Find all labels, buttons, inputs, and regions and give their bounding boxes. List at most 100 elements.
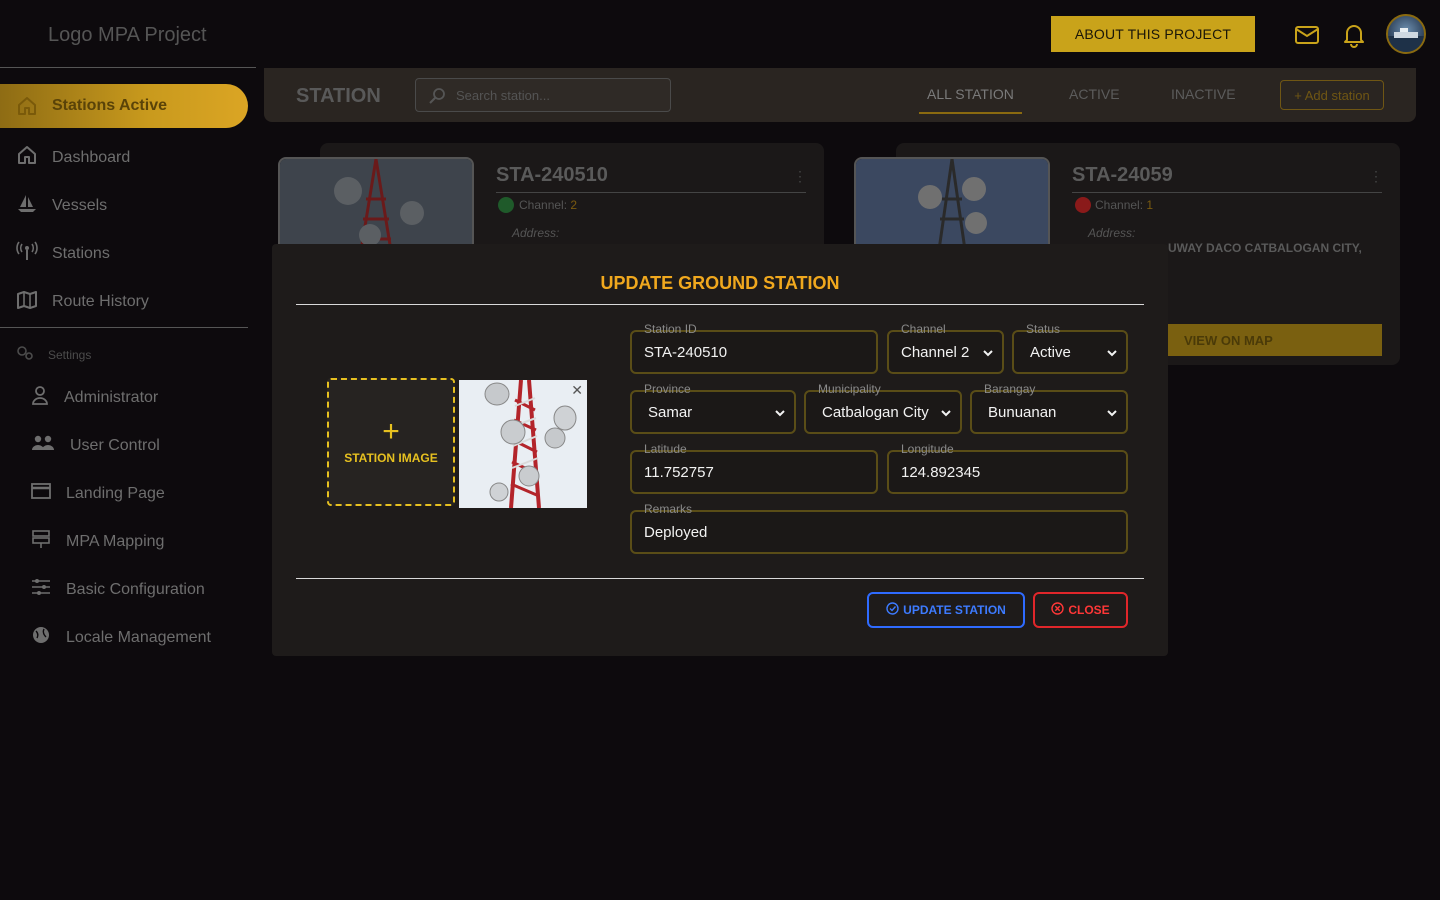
app-logo[interactable]: Logo MPA Project [48, 24, 207, 47]
sidebar-item-label: Locale Management [66, 628, 211, 646]
sidebar-item-mpa-mapping[interactable]: MPA Mapping [30, 529, 164, 554]
kebab-menu-icon[interactable]: ⋮ [1369, 168, 1383, 185]
channel-select[interactable]: Channel Channel 2 [887, 322, 1004, 374]
bell-icon[interactable] [1341, 22, 1367, 48]
channel-label: Channel: [1095, 198, 1144, 212]
channel-label: Channel: [519, 198, 568, 212]
search-input[interactable] [456, 79, 656, 111]
user-icon [30, 385, 50, 410]
remarks-value: Deployed [644, 524, 708, 541]
sliders-icon [30, 577, 52, 602]
card-address-label: Address: [512, 226, 560, 240]
search-icon [428, 87, 446, 110]
kebab-menu-icon[interactable]: ⋮ [793, 168, 807, 185]
field-label: Channel [901, 322, 946, 336]
upload-label: STATION IMAGE [344, 451, 438, 465]
sidebar-item-route-history[interactable]: Route History [16, 288, 149, 315]
channel-select-value: Channel 2 [901, 344, 970, 361]
top-bar: Logo MPA Project ABOUT THIS PROJECT [0, 0, 1440, 68]
antenna-icon [16, 240, 38, 267]
sidebar-divider [0, 327, 248, 328]
user-avatar[interactable] [1386, 14, 1426, 54]
sidebar-item-label: Administrator [64, 388, 159, 406]
sidebar-item-user-control[interactable]: User Control [30, 433, 160, 458]
status-select-value: Active [1030, 344, 1071, 361]
card-channel: Channel: 2 [519, 198, 577, 212]
sidebar-item-label: User Control [70, 436, 160, 454]
sidebar-item-vessels[interactable]: Vessels [16, 192, 107, 219]
sidebar-item-label: Stations Active [52, 97, 167, 114]
users-icon [30, 433, 56, 458]
station-card-title: STA-240510 [496, 164, 608, 186]
page-title: STATION [296, 85, 381, 107]
municipality-select[interactable]: Municipality Catbalogan City [804, 382, 962, 434]
longitude-field[interactable]: Longitude 124.892345 [887, 442, 1128, 494]
station-card-title: STA-24059 [1072, 164, 1173, 186]
station-image-preview: ✕ [459, 380, 587, 508]
field-label: Latitude [644, 442, 687, 456]
mail-icon[interactable] [1294, 22, 1320, 48]
add-station-button[interactable]: + Add station [1280, 80, 1384, 110]
field-label: Remarks [644, 502, 693, 516]
status-dot [1075, 197, 1091, 213]
chevron-down-icon [774, 406, 786, 424]
card-divider [496, 192, 806, 193]
close-button[interactable]: CLOSE [1033, 592, 1128, 628]
sidebar-item-label: Basic Configuration [66, 580, 205, 598]
tab-inactive[interactable]: INACTIVE [1171, 86, 1236, 102]
field-label: Station ID [644, 322, 697, 336]
globe-icon [30, 625, 52, 650]
check-circle-icon [886, 602, 899, 618]
latitude-field[interactable]: Latitude 11.752757 [630, 442, 878, 494]
modal-bottom-divider [296, 578, 1144, 579]
view-on-map-button[interactable]: VIEW ON MAP [1168, 324, 1382, 356]
sailboat-icon [16, 192, 38, 219]
sidebar-item-landing-page[interactable]: Landing Page [30, 481, 165, 506]
sidebar-item-locale-management[interactable]: Locale Management [30, 625, 211, 650]
province-select[interactable]: Province Samar [630, 382, 796, 434]
sidebar-item-dashboard[interactable]: Dashboard [16, 144, 130, 171]
remove-image-icon[interactable]: ✕ [571, 382, 583, 399]
station-card-image[interactable] [854, 157, 1050, 257]
card-channel: Channel: 1 [1095, 198, 1153, 212]
sidebar-item-label: Landing Page [66, 484, 165, 502]
about-project-button[interactable]: ABOUT THIS PROJECT [1051, 16, 1255, 52]
window-icon [30, 481, 52, 506]
gears-icon [16, 345, 34, 364]
longitude-value: 124.892345 [901, 464, 981, 481]
barangay-select-value: Bunuanan [988, 404, 1057, 421]
sidebar: Stations Active Dashboard Vessels Statio… [0, 67, 256, 900]
sidebar-item-administrator[interactable]: Administrator [30, 385, 158, 410]
update-station-modal: UPDATE GROUND STATION + STATION IMAGE ✕ … [272, 244, 1168, 656]
channel-value: 2 [570, 198, 578, 212]
close-label: CLOSE [1068, 603, 1110, 617]
update-station-button[interactable]: UPDATE STATION [867, 592, 1025, 628]
home-icon [16, 95, 38, 117]
status-select[interactable]: Status Active [1012, 322, 1128, 374]
sidebar-item-stations[interactable]: Stations [16, 240, 110, 267]
remarks-field[interactable]: Remarks Deployed [630, 502, 1128, 554]
search-box[interactable] [415, 78, 671, 112]
chevron-down-icon [1106, 346, 1118, 364]
barangay-select[interactable]: Barangay Bunuanan [970, 382, 1128, 434]
tab-active[interactable]: ACTIVE [1069, 86, 1120, 102]
settings-label: Settings [48, 347, 92, 362]
sidebar-item-stations-active[interactable]: Stations Active [0, 84, 248, 128]
chevron-down-icon [982, 346, 994, 364]
field-label: Longitude [901, 442, 954, 456]
province-select-value: Samar [648, 404, 693, 421]
card-address-label: Address: [1088, 226, 1136, 240]
sidebar-item-label: Stations [52, 244, 110, 262]
status-dot [498, 197, 514, 213]
sidebar-item-basic-configuration[interactable]: Basic Configuration [30, 577, 205, 602]
station-card-image[interactable] [278, 157, 474, 257]
field-label: Province [644, 382, 691, 396]
station-image-upload[interactable]: + STATION IMAGE [327, 378, 455, 506]
channel-value: 1 [1146, 198, 1154, 212]
station-id-field[interactable]: Station ID STA-240510 [630, 322, 878, 374]
sidebar-item-label: Dashboard [52, 148, 131, 166]
close-circle-icon [1051, 602, 1065, 618]
chevron-down-icon [940, 406, 952, 424]
sign-icon [30, 529, 52, 554]
tab-all-station[interactable]: ALL STATION [927, 86, 1014, 102]
